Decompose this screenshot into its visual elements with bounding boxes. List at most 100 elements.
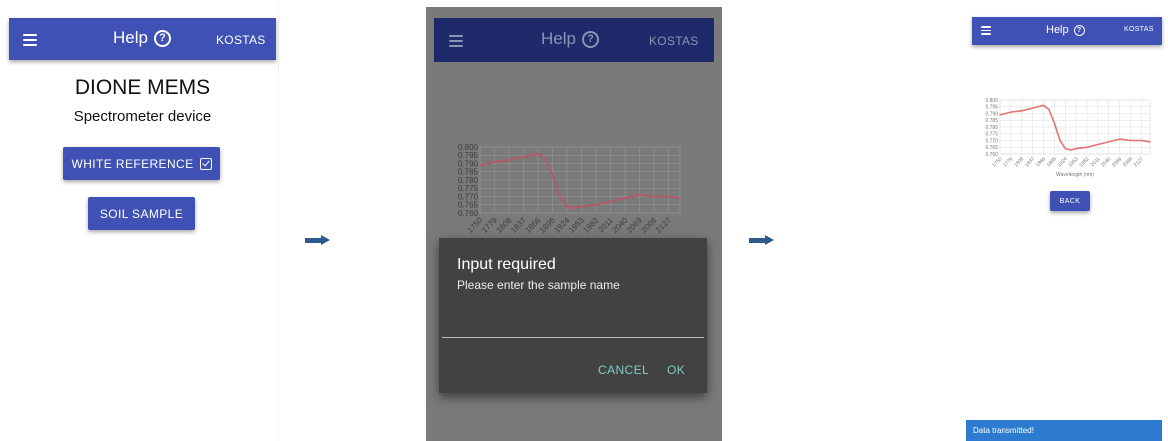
data-point — [609, 200, 612, 203]
data-point — [595, 203, 597, 206]
x-tick-label: 2127 — [654, 215, 673, 234]
help-menu: Help ? — [541, 29, 599, 49]
data-point — [508, 159, 510, 162]
app-bar-title: Help — [1046, 24, 1069, 36]
hamburger-menu-icon — [449, 35, 463, 47]
data-point — [1129, 139, 1132, 142]
hamburger-menu-icon[interactable] — [981, 26, 991, 35]
flow-arrow-right-icon — [305, 235, 330, 245]
data-point — [573, 207, 576, 209]
back-label: BACK — [1059, 197, 1081, 205]
x-tick-label: 1924 — [1057, 156, 1069, 168]
app-bar: Help ? KOSTAS — [434, 18, 714, 62]
white-reference-label: WHITE REFERENCE — [71, 156, 194, 171]
data-point — [1075, 147, 1077, 150]
data-point — [1048, 108, 1050, 111]
data-point — [667, 195, 670, 198]
y-tick-label: 0.775 — [985, 132, 998, 138]
app-bar-title: Help — [541, 29, 576, 48]
data-point — [1086, 146, 1088, 148]
user-name[interactable]: KOSTAS — [216, 33, 266, 47]
phone-screen-home: Help ? KOSTAS DIONE MEMS Spectrometer de… — [0, 0, 279, 441]
x-tick-label: 2098 — [1122, 156, 1134, 168]
data-point — [551, 174, 554, 176]
snackbar-toast: Data transmitted! — [966, 420, 1162, 441]
page-title: DIONE MEMS — [74, 76, 211, 99]
soil-sample-button[interactable]: SOIL SAMPLE — [88, 197, 195, 230]
x-tick-label: 1779 — [1002, 156, 1014, 168]
data-point — [679, 197, 681, 200]
spectrum-series-line — [479, 152, 681, 210]
spectrum-chart: 0.8000.7950.7900.7850.7800.7750.7700.765… — [985, 98, 1151, 178]
data-point — [1149, 141, 1151, 143]
help-circle-icon: ? — [153, 29, 171, 47]
y-tick-label: 0.800 — [985, 98, 998, 104]
data-point — [1108, 141, 1110, 143]
user-name[interactable]: KOSTAS — [1124, 26, 1154, 33]
data-point — [566, 205, 568, 208]
y-tick-label: 0.770 — [985, 138, 998, 144]
spectrum-series-line — [999, 104, 1151, 151]
data-point — [493, 160, 496, 163]
x-tick-label: 1895 — [1046, 156, 1058, 168]
help-menu[interactable]: Help ? — [1046, 24, 1085, 36]
data-point — [999, 114, 1001, 116]
x-tick-label: 1982 — [1078, 156, 1090, 168]
y-tick-label: 0.785 — [985, 118, 998, 124]
x-tick-label: 1808 — [1013, 156, 1025, 168]
x-tick-label: 1837 — [1024, 156, 1036, 168]
x-tick-label: 2040 — [1100, 156, 1112, 168]
hamburger-menu-icon[interactable] — [23, 34, 37, 46]
x-tick-label: 2011 — [1090, 156, 1102, 168]
data-point — [1097, 143, 1099, 146]
phone-screen-result: Help ? KOSTAS 0.800 0.795 0.790 0.785 0.780 0… — [966, 10, 1162, 441]
data-point — [1042, 104, 1045, 107]
dialog-message: Please enter the sample name — [457, 278, 620, 292]
x-tick-label: 2069 — [1111, 156, 1123, 168]
phone-screen-dialog: Help ? KOSTAS 0.800 0.795 0.790 0.785 0.780 0… — [426, 7, 722, 441]
input-dialog: Input required Please enter the sample n… — [439, 238, 707, 393]
app-bar-title: Help — [113, 28, 148, 47]
user-name: KOSTAS — [649, 34, 699, 48]
data-point — [522, 156, 525, 158]
data-point — [1140, 139, 1143, 142]
data-point — [479, 164, 481, 167]
help-circle-icon: ? — [581, 30, 599, 48]
y-tick-label: 0.780 — [985, 125, 998, 131]
sample-name-input[interactable] — [442, 337, 704, 338]
page-subtitle: Spectrometer device — [73, 108, 212, 125]
data-point — [638, 193, 641, 196]
data-point — [544, 157, 546, 160]
app-bar: Help ? KOSTAS — [9, 18, 276, 60]
data-point — [1053, 122, 1056, 124]
y-tick-label: 0.760 — [985, 152, 998, 158]
y-tick-label: 0.790 — [985, 111, 998, 117]
data-point — [1021, 110, 1023, 112]
x-tick-label: 1750 — [991, 156, 1003, 168]
cancel-button[interactable]: CANCEL — [598, 363, 649, 377]
x-axis-label: Wavelength (nm) — [1056, 172, 1094, 178]
spectrum-chart: 0.8000.7950.7900.7850.7800.7750.7700.765… — [458, 143, 681, 235]
soil-sample-label: SOIL SAMPLE — [99, 206, 184, 221]
app-bar: Help ? KOSTAS — [972, 17, 1162, 45]
data-point — [580, 205, 583, 208]
dialog-title: Input required — [457, 256, 556, 273]
y-tick-label: 0.760 — [458, 209, 479, 218]
y-tick-label: 0.795 — [985, 105, 998, 111]
help-circle-icon: ? — [1073, 24, 1085, 36]
data-point — [624, 197, 626, 200]
white-reference-button[interactable]: WHITE REFERENCE — [63, 147, 220, 180]
x-tick-label: 1866 — [1035, 156, 1047, 168]
ok-button[interactable]: OK — [667, 363, 685, 377]
x-tick-label: 2127 — [1133, 156, 1145, 168]
y-tick-label: 0.765 — [985, 145, 998, 151]
data-point — [559, 195, 561, 198]
back-button[interactable]: BACK — [1050, 191, 1090, 211]
data-point — [1118, 138, 1121, 140]
data-point — [1070, 149, 1072, 151]
help-menu[interactable]: Help ? — [113, 28, 171, 48]
flow-arrow-right-icon — [749, 235, 774, 245]
checkbox-checked-icon — [199, 157, 212, 170]
data-point — [653, 195, 655, 198]
data-point — [1059, 139, 1061, 142]
